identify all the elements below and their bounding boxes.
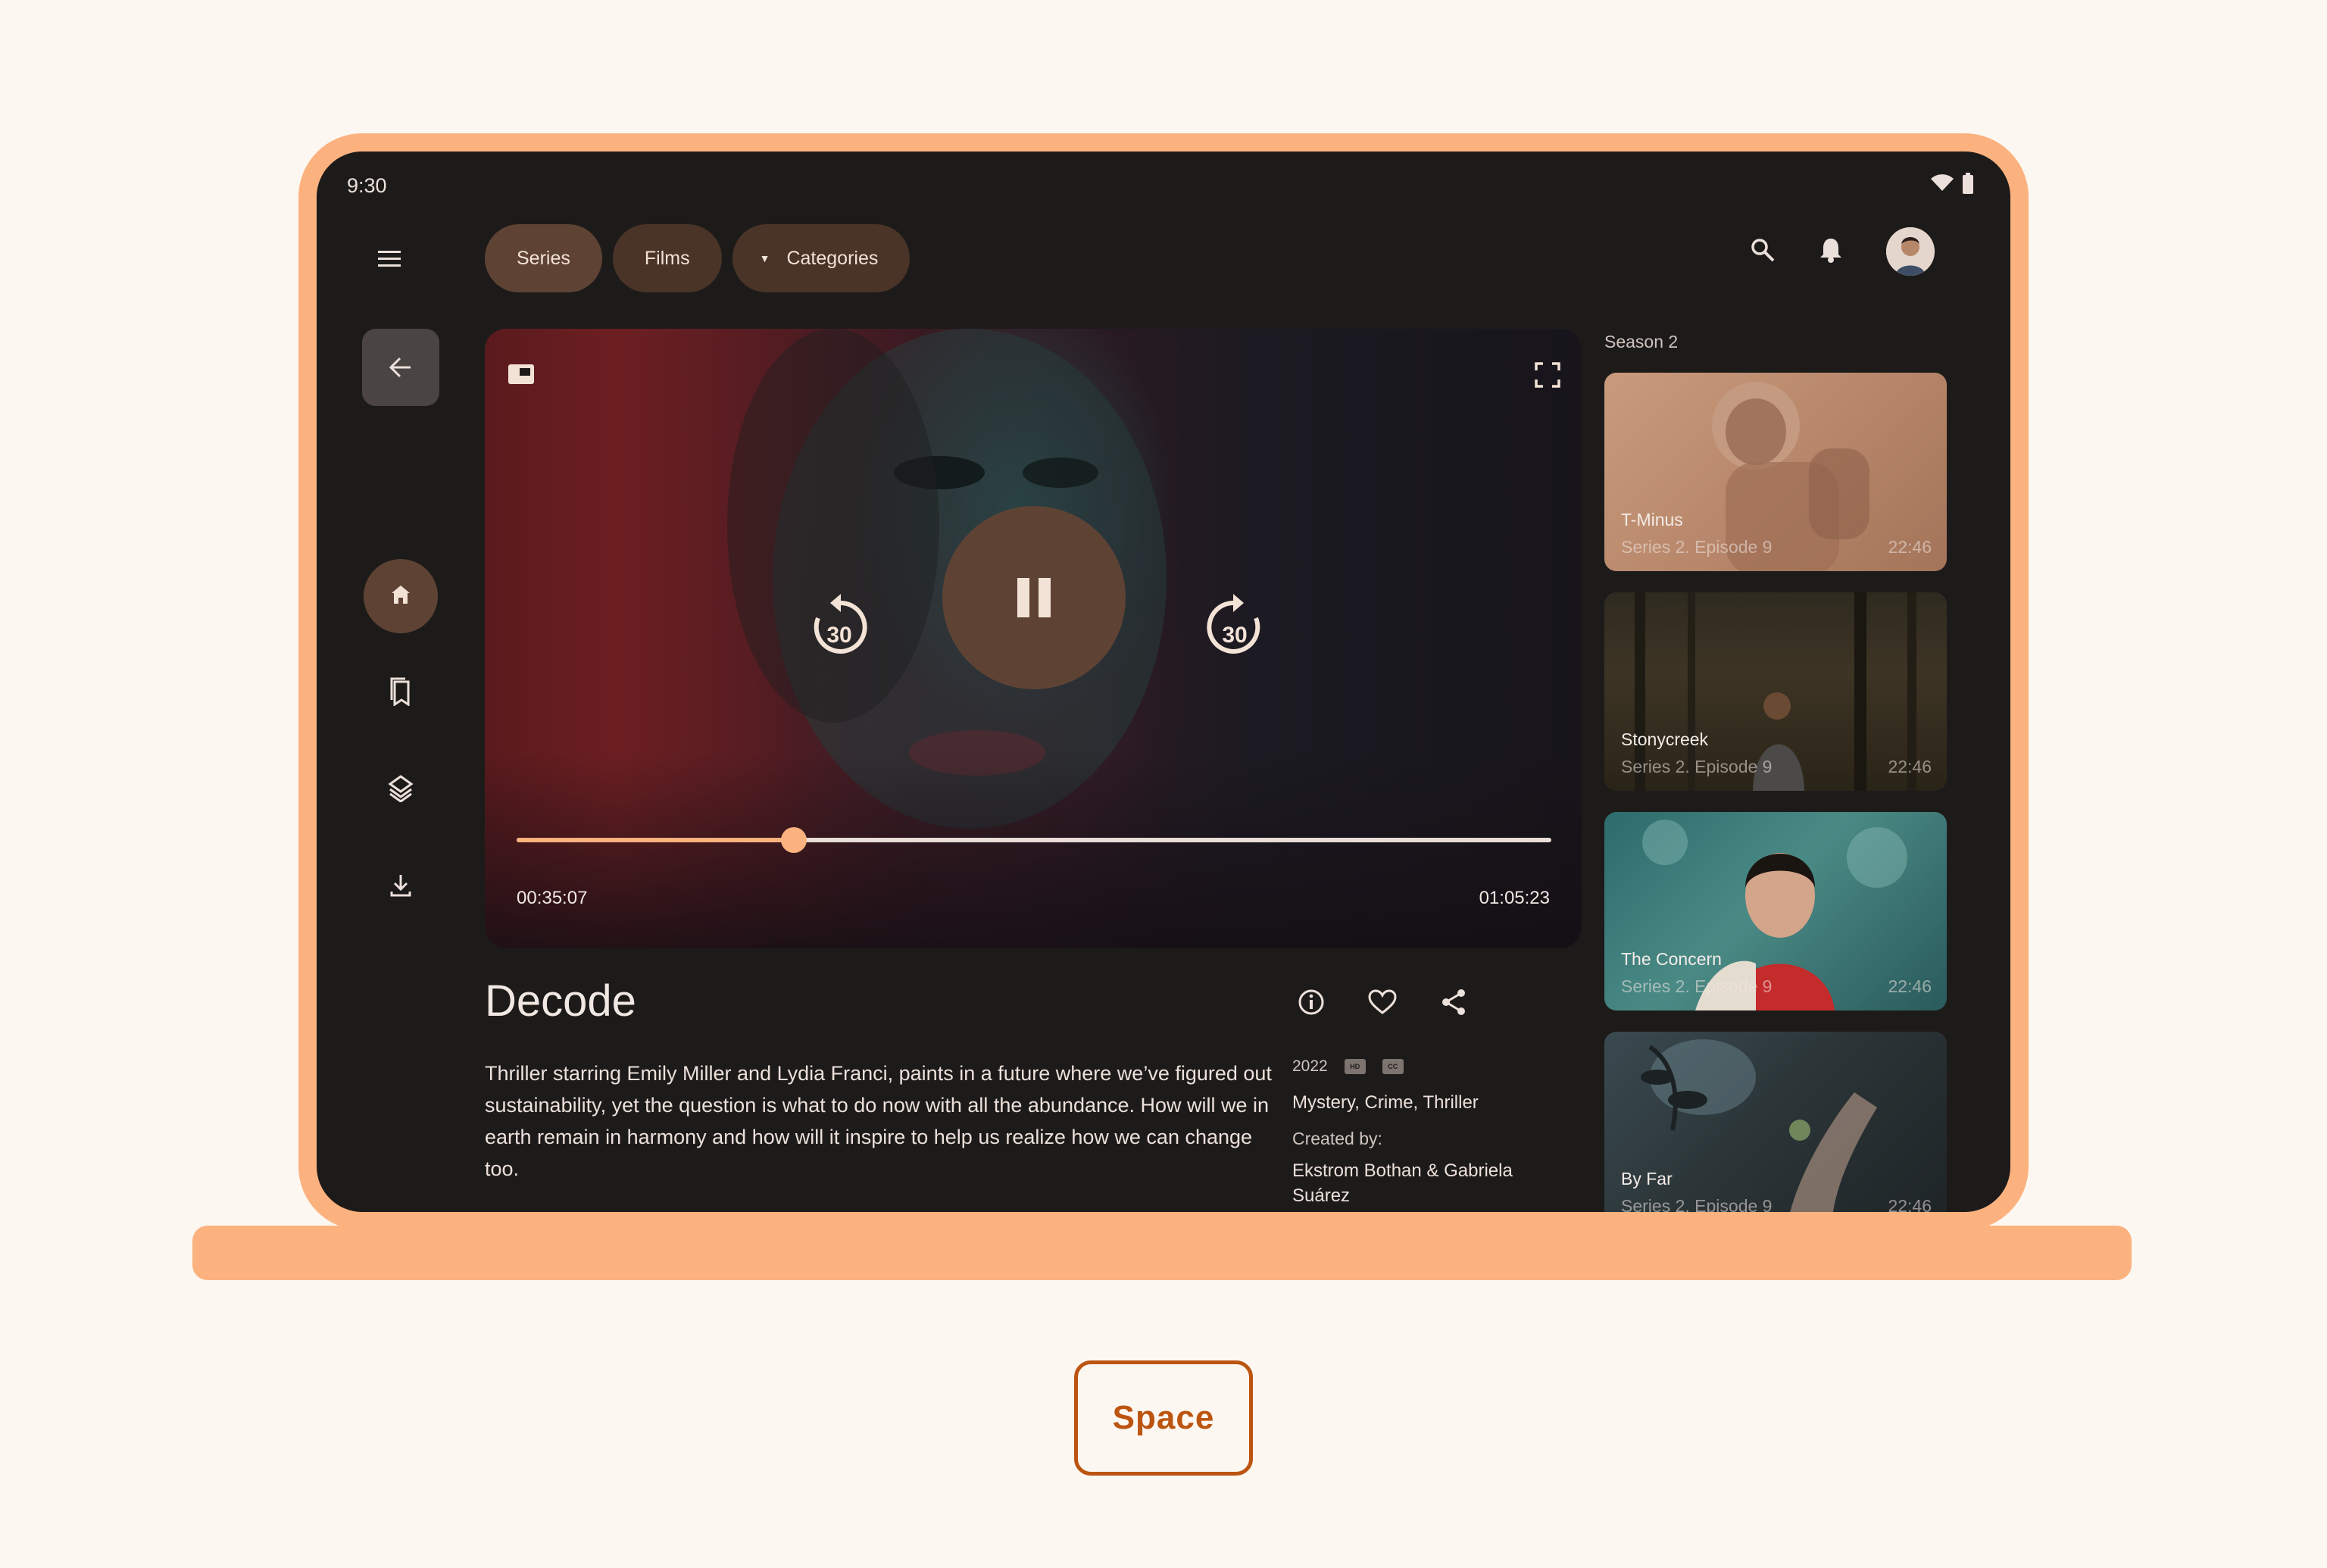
hd-badge-icon: HD [1344, 1059, 1366, 1074]
download-icon [389, 873, 412, 901]
episode-duration: 22:46 [1888, 976, 1932, 996]
home-icon [390, 584, 411, 609]
rail-downloads[interactable] [364, 850, 438, 924]
progress-fill [517, 838, 795, 842]
navigation-rail [364, 559, 438, 947]
dropdown-caret-icon: ▼ [759, 252, 770, 264]
episode-duration: 22:46 [1888, 757, 1932, 776]
chip-series-label: Series [517, 247, 570, 269]
episode-subtitle: Series 2. Episode 9 [1621, 537, 1773, 557]
release-year: 2022 [1292, 1057, 1328, 1075]
episode-duration: 22:46 [1888, 1196, 1932, 1212]
description: Thriller starring Emily Miller and Lydia… [485, 1062, 1272, 1180]
time-elapsed: 00:35:07 [517, 888, 588, 908]
chip-categories-label: Categories [786, 247, 879, 269]
episode-title: By Far [1621, 1169, 1673, 1188]
episode-card[interactable]: By Far Series 2. Episode 9 22:46 [1604, 1032, 1947, 1212]
chip-films-label: Films [644, 247, 690, 269]
episode-duration: 22:46 [1888, 537, 1932, 557]
top-actions [1750, 227, 1935, 276]
chip-series[interactable]: Series [485, 224, 602, 292]
search-icon[interactable] [1750, 237, 1776, 267]
player-gradient [485, 751, 1582, 948]
status-time: 9:30 [347, 174, 387, 197]
episode-subtitle: Series 2. Episode 9 [1621, 1196, 1773, 1212]
forward-icon: 30 [1207, 594, 1260, 654]
title-actions [1294, 985, 1471, 1020]
episode-card[interactable]: The Concern Series 2. Episode 9 22:46 [1604, 812, 1947, 1010]
layers-icon [388, 774, 414, 806]
page-title: Decode [485, 976, 636, 1026]
episode-subtitle: Series 2. Episode 9 [1621, 757, 1773, 776]
progress-slider[interactable] [517, 827, 1551, 853]
episode-card[interactable]: Stonycreek Series 2. Episode 9 22:46 [1604, 592, 1947, 791]
creators: Ekstrom Bothan & Gabriela Suárez [1292, 1160, 1513, 1206]
episode-title: Stonycreek [1621, 729, 1709, 749]
wifi-icon [1930, 174, 1954, 196]
heart-icon[interactable] [1365, 985, 1400, 1020]
avatar[interactable] [1886, 227, 1935, 276]
battery-icon [1962, 173, 1974, 198]
title-metadata: 2022 HD CC Mystery, Crime, Thriller Crea… [1292, 1057, 1550, 1208]
time-total: 01:05:23 [1479, 888, 1550, 908]
category-chips: Series Films ▼ Categories [485, 224, 910, 292]
created-by-label: Created by: [1292, 1129, 1382, 1148]
chip-categories[interactable]: ▼ Categories [732, 224, 910, 292]
space-key-hint: Space [1074, 1360, 1253, 1476]
fullscreen-icon[interactable] [1535, 362, 1560, 392]
bookmark-icon [389, 677, 413, 710]
progress-thumb[interactable] [781, 827, 807, 853]
episode-title: T-Minus [1621, 510, 1683, 529]
genres: Mystery, Crime, Thriller [1292, 1092, 1479, 1113]
menu-icon[interactable] [371, 241, 408, 277]
pause-icon [1017, 578, 1051, 617]
share-icon[interactable] [1436, 985, 1471, 1020]
rewind-seconds: 30 [826, 623, 851, 648]
info-icon[interactable] [1294, 985, 1329, 1020]
episode-subtitle: Series 2. Episode 9 [1621, 976, 1773, 996]
rail-home[interactable] [364, 559, 438, 633]
rail-library[interactable] [364, 753, 438, 827]
forward-30-button[interactable]: 30 [1198, 591, 1271, 664]
chip-films[interactable]: Films [612, 224, 722, 292]
video-player[interactable]: 30 30 00:35:07 01:05:23 [485, 329, 1582, 948]
bell-icon[interactable] [1819, 237, 1842, 267]
rewind-30-button[interactable]: 30 [803, 591, 876, 664]
episode-card[interactable]: T-Minus Series 2. Episode 9 22:46 [1604, 373, 1947, 571]
episode-title: The Concern [1621, 949, 1722, 969]
rail-bookmarks[interactable] [364, 656, 438, 730]
rewind-icon: 30 [814, 594, 867, 654]
cc-badge-icon: CC [1382, 1059, 1404, 1074]
picture-in-picture-icon[interactable] [508, 364, 535, 389]
back-button[interactable] [362, 329, 439, 406]
app-screen: 9:30 Series Films ▼ Categories 30 30 00:… [317, 151, 2010, 1212]
status-icons [1930, 173, 1974, 198]
forward-seconds: 30 [1222, 623, 1247, 648]
season-label: Season 2 [1604, 332, 1679, 351]
pause-button[interactable] [942, 506, 1126, 689]
device-base [192, 1226, 2132, 1280]
